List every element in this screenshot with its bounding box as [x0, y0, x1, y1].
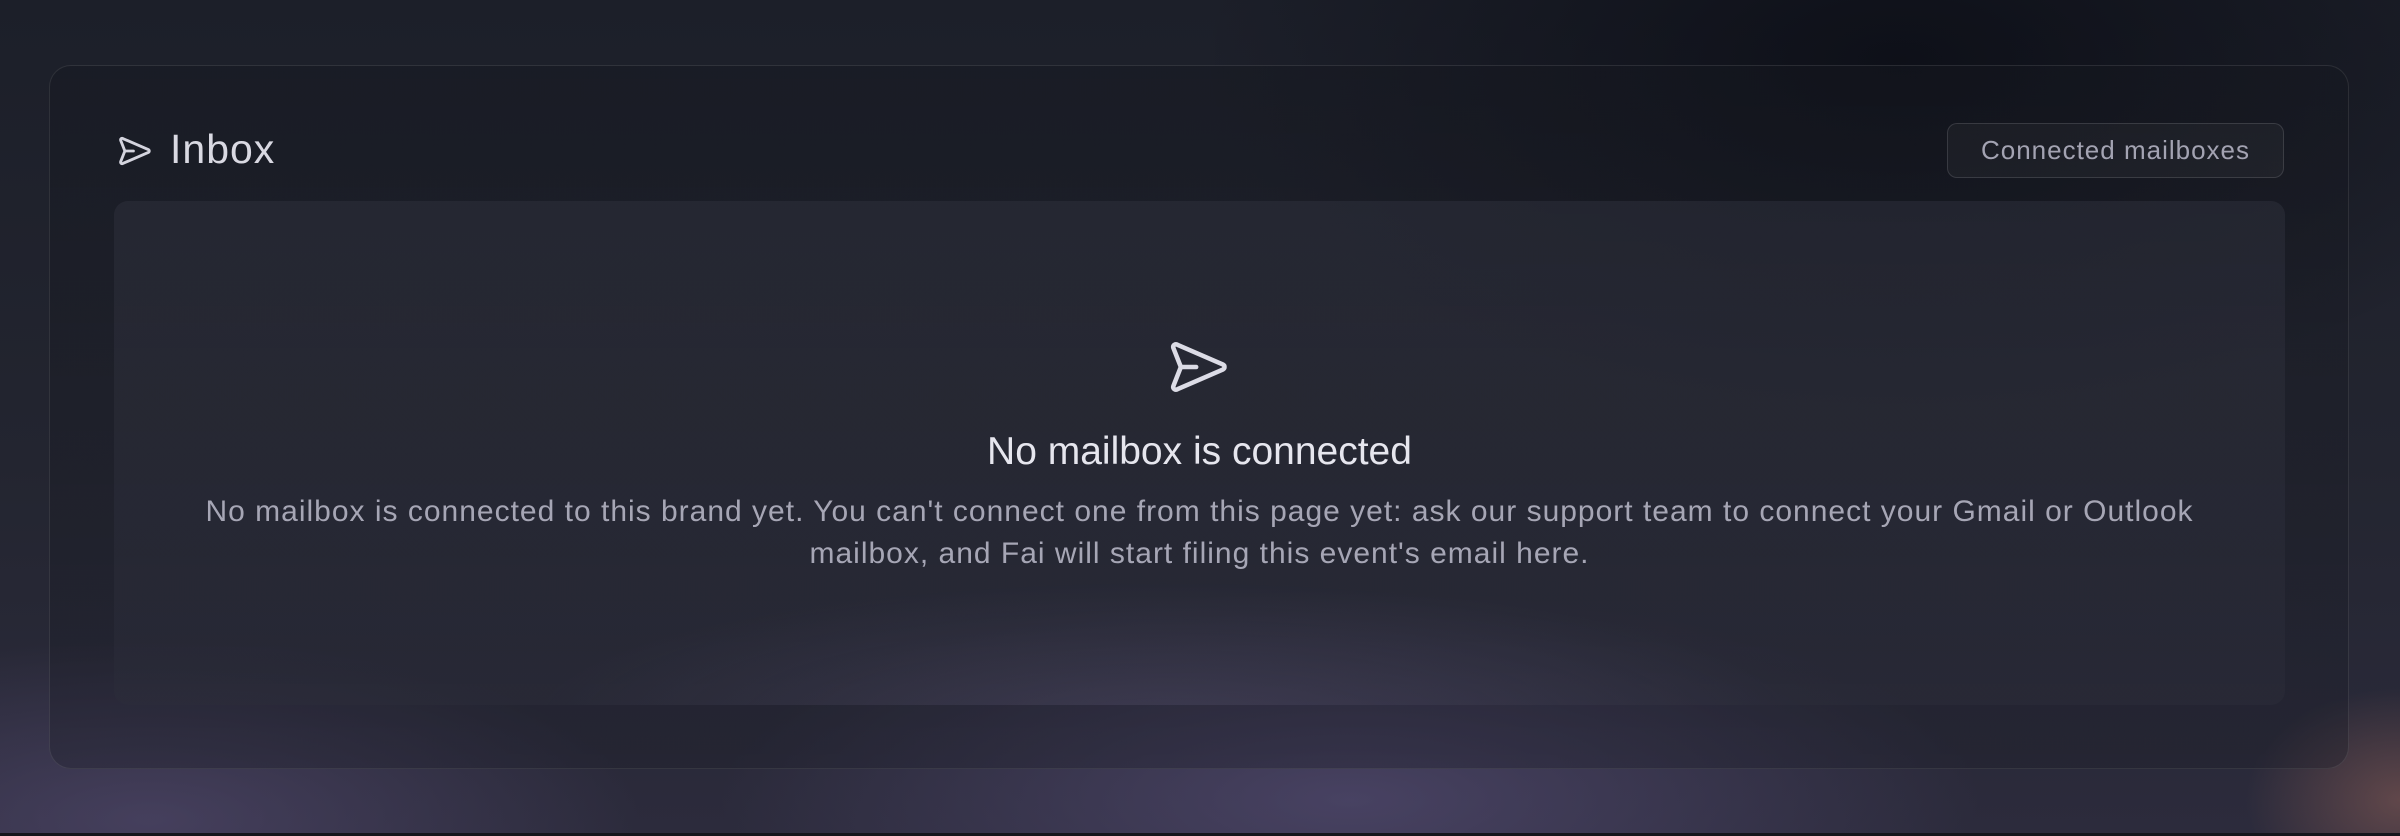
- page-title: Inbox: [170, 126, 276, 172]
- empty-state-panel: No mailbox is connected No mailbox is co…: [114, 201, 2285, 705]
- empty-state-title: No mailbox is connected: [987, 430, 1412, 473]
- send-icon: [116, 132, 154, 170]
- connected-mailboxes-button[interactable]: Connected mailboxes: [1947, 123, 2284, 178]
- empty-state-description: No mailbox is connected to this brand ye…: [205, 495, 2194, 570]
- inbox-card: Inbox Connected mailboxes No mailbox is …: [49, 65, 2349, 769]
- send-icon: [1165, 333, 1233, 401]
